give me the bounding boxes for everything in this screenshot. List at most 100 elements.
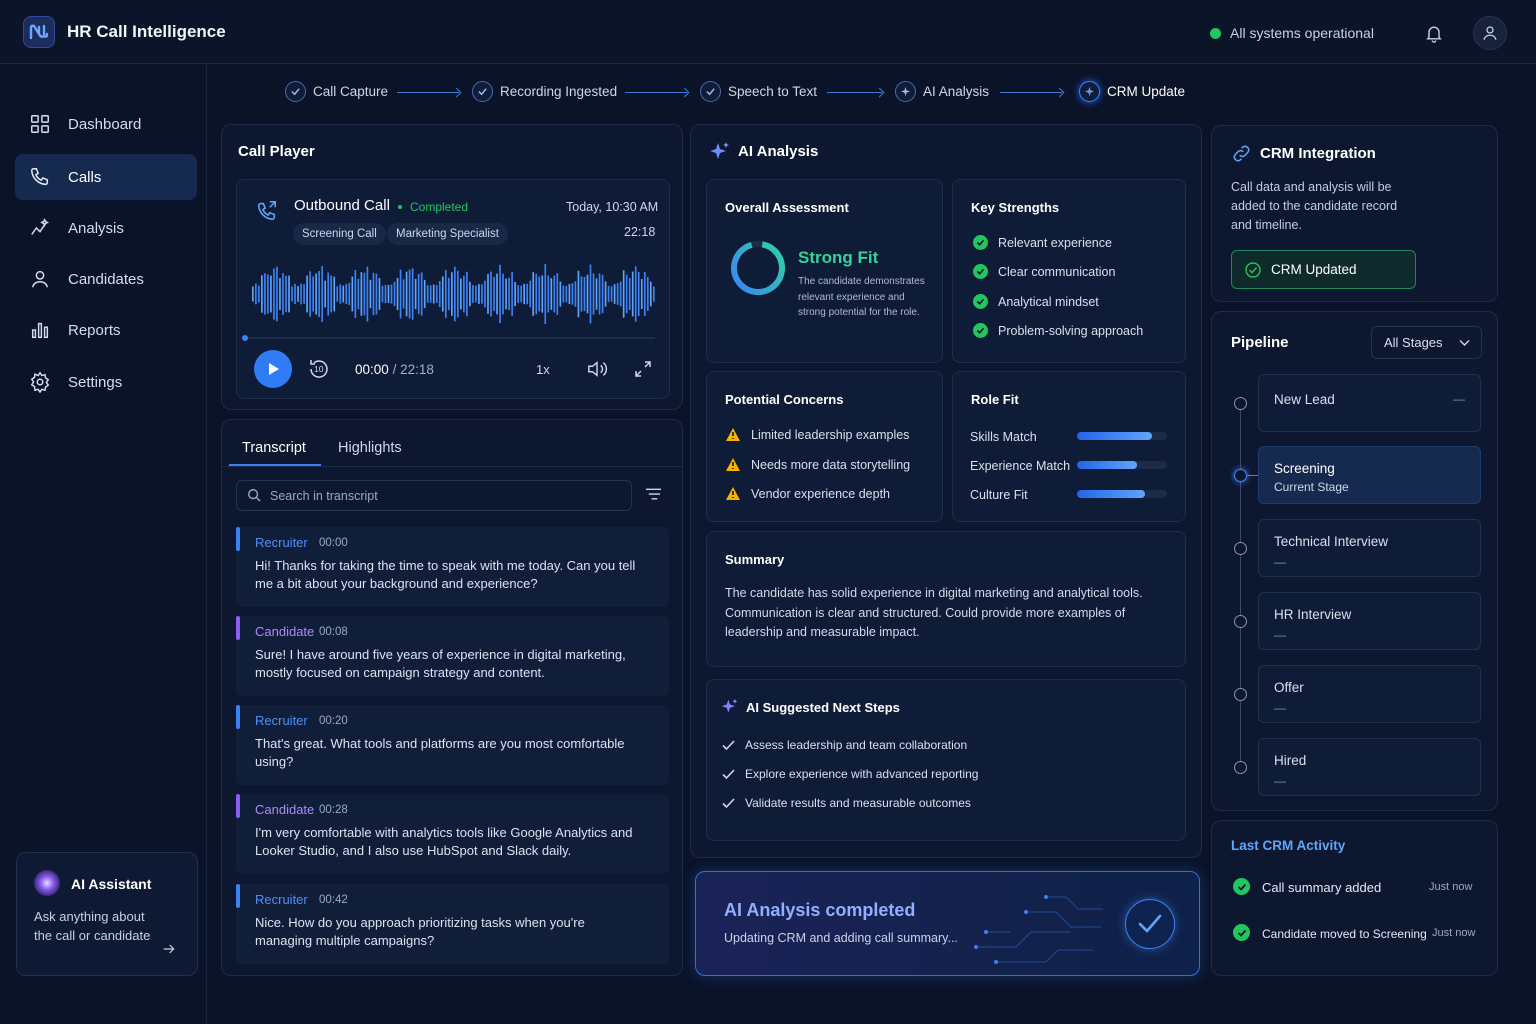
waveform-bar <box>556 273 559 315</box>
waveform-bar <box>613 284 616 304</box>
sidebar-item-analysis[interactable]: Analysis <box>15 205 197 251</box>
fit-verdict: Strong Fit <box>798 248 879 267</box>
waveform-bar <box>354 269 357 319</box>
call-time: Today, 10:30 AM <box>566 200 659 214</box>
tab-transcript[interactable]: Transcript <box>242 440 306 456</box>
banner-text: Updating CRM and adding call summary... <box>724 931 958 945</box>
stage-name: HR Interview <box>1274 607 1352 622</box>
audio-waveform[interactable] <box>252 262 656 326</box>
pipeline-stage-screening[interactable]: Screening Current Stage <box>1258 446 1481 504</box>
next-step-item: Validate results and measurable outcomes <box>722 796 971 810</box>
transcript-message[interactable]: Candidate 00:28 I'm very comfortable wit… <box>236 794 669 874</box>
waveform-bar <box>255 283 257 305</box>
message-timestamp: 00:28 <box>319 804 348 816</box>
phone-outgoing-icon <box>256 199 278 226</box>
crm-updated-button[interactable]: CRM Updated <box>1231 250 1416 289</box>
waveform-bar <box>652 286 655 302</box>
waveform-bar <box>366 266 369 322</box>
volume-icon[interactable] <box>586 359 608 384</box>
waveform-bar <box>514 281 516 307</box>
transcript-search-input[interactable]: Search in transcript <box>236 480 632 511</box>
waveform-bar <box>396 278 399 310</box>
waveform-bar <box>490 271 492 317</box>
sidebar-item-dashboard[interactable]: Dashboard <box>15 101 197 147</box>
culture-fit-bar <box>1077 490 1167 498</box>
sidebar-item-label: Settings <box>68 373 123 391</box>
crm-text: Call data and analysis will be added to … <box>1231 180 1398 232</box>
play-button[interactable] <box>254 350 292 388</box>
stage-sub: — <box>1274 701 1286 715</box>
waveform-bar <box>532 272 535 316</box>
fullscreen-icon[interactable] <box>634 360 652 383</box>
pipeline-dot <box>1234 397 1247 410</box>
pipeline-stage-hired[interactable]: Hired — <box>1258 738 1481 796</box>
next-step-item: Assess leadership and team collaboration <box>722 738 967 752</box>
transcript-message[interactable]: Recruiter 00:00 Hi! Thanks for taking th… <box>236 527 669 607</box>
waveform-bar <box>478 284 480 304</box>
progress-fill <box>1077 490 1145 498</box>
pipeline-dot <box>1234 542 1247 555</box>
pipeline-stage-new-lead[interactable]: New Lead — <box>1258 374 1481 432</box>
waveform-bar <box>562 285 565 303</box>
message-text: Sure! I have around five years of experi… <box>255 647 626 680</box>
sidebar-item-settings[interactable]: Settings <box>15 359 197 405</box>
crm-button-label: CRM Updated <box>1271 262 1357 277</box>
waveform-bar <box>574 281 577 307</box>
waveform-bar <box>327 272 330 316</box>
waveform-bar <box>309 271 311 317</box>
sidebar-item-reports[interactable]: Reports <box>15 307 197 353</box>
waveform-bar <box>405 271 408 317</box>
bell-icon[interactable] <box>1423 22 1445 44</box>
waveform-bar <box>321 266 323 322</box>
next-step-label: Validate results and measurable outcomes <box>745 796 971 810</box>
pipeline-stage-hr-interview[interactable]: HR Interview — <box>1258 592 1481 650</box>
arrow-right-icon[interactable] <box>161 941 177 962</box>
warning-icon <box>726 428 740 441</box>
waveform-bar <box>628 278 631 310</box>
waveform-bar <box>535 273 538 315</box>
filter-icon[interactable] <box>645 487 662 508</box>
transcript-message[interactable]: Recruiter 00:20 That's great. What tools… <box>236 705 669 785</box>
waveform-bar <box>267 274 269 314</box>
transcript-message[interactable]: Candidate 00:08 Sure! I have around five… <box>236 616 669 696</box>
playback-handle[interactable] <box>242 335 248 341</box>
playback-track[interactable] <box>245 337 655 339</box>
check-circle-icon <box>973 264 988 279</box>
waveform-bar <box>333 276 336 312</box>
activity-text: Call summary added <box>1262 880 1382 895</box>
transcript-message[interactable]: Recruiter 00:42 Nice. How do you approac… <box>236 884 669 964</box>
waveform-bar <box>550 278 553 310</box>
step-connector <box>1000 92 1062 93</box>
avatar[interactable] <box>1473 16 1507 50</box>
pipeline-stage-offer[interactable]: Offer — <box>1258 665 1481 723</box>
waveform-bar <box>502 273 504 315</box>
waveform-bar <box>303 284 305 304</box>
status-dot-icon <box>1210 27 1221 39</box>
ai-assistant-card[interactable]: AI Assistant Ask anything about the call… <box>16 852 198 976</box>
stage-filter-select[interactable]: All Stages <box>1371 326 1482 359</box>
speaker-bar <box>236 794 240 818</box>
waveform-bar <box>402 279 405 309</box>
concern-label: Needs more data storytelling <box>751 457 911 472</box>
assistant-orb-icon <box>34 870 60 896</box>
waveform-bar <box>634 266 637 322</box>
sidebar-item-candidates[interactable]: Candidates <box>15 256 197 302</box>
fit-description: The candidate demonstrates relevant expe… <box>798 276 925 318</box>
sidebar-item-calls[interactable]: Calls <box>15 154 197 200</box>
step-crm-update: CRM Update <box>1079 81 1185 102</box>
step-speech-to-text: Speech to Text <box>700 81 817 102</box>
rewind-10-button[interactable]: 10 <box>307 357 331 381</box>
waveform-bar <box>426 285 429 303</box>
speed-button[interactable]: 1x <box>536 362 550 377</box>
check-icon <box>722 739 735 750</box>
waveform-bar <box>544 264 547 324</box>
strength-label: Clear communication <box>998 264 1116 279</box>
app-title: HR Call Intelligence <box>67 22 226 41</box>
concern-label: Limited leadership examples <box>751 427 910 442</box>
stage-sub: — <box>1274 555 1286 569</box>
step-ai-analysis: AI Analysis <box>895 81 989 102</box>
tab-highlights[interactable]: Highlights <box>338 440 402 456</box>
pipeline-dot <box>1234 688 1247 701</box>
pipeline-stage-technical-interview[interactable]: Technical Interview — <box>1258 519 1481 577</box>
call-type: Outbound Call <box>294 197 390 214</box>
